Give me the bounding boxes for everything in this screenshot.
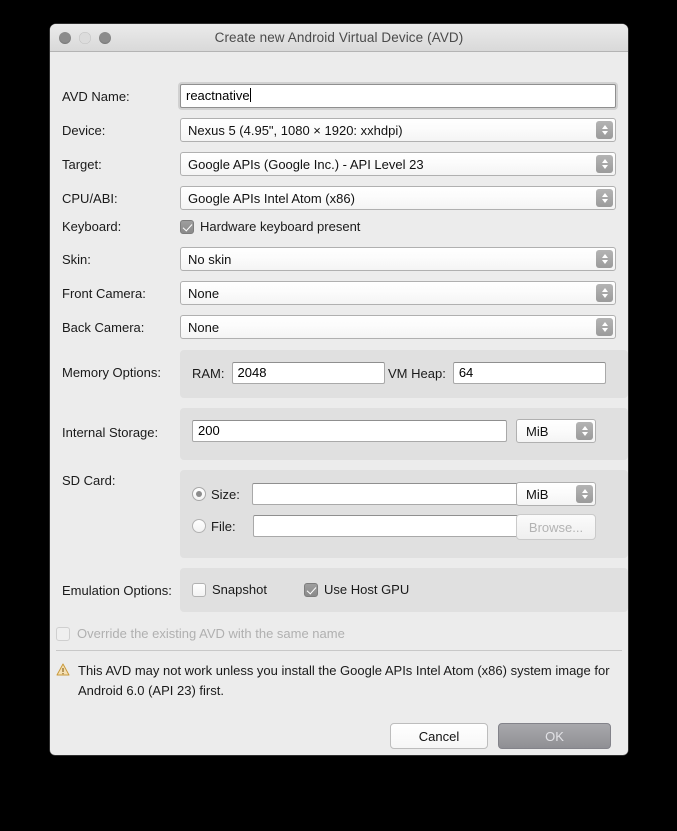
ok-button[interactable]: OK	[498, 723, 611, 749]
vm-heap-field-wrap: VM Heap: 64	[388, 362, 606, 384]
target-value: Google APIs (Google Inc.) - API Level 23	[181, 157, 424, 172]
sd-card-label: SD Card:	[62, 473, 180, 488]
warning-triangle-icon	[56, 663, 70, 676]
cpu-abi-label: CPU/ABI:	[62, 191, 180, 206]
skin-label: Skin:	[62, 252, 180, 267]
minimize-window-button[interactable]	[79, 32, 91, 44]
sd-card-size-unit-value: MiB	[517, 487, 548, 502]
chevron-updown-icon[interactable]	[576, 485, 593, 503]
snapshot-checkbox-label: Snapshot	[212, 582, 267, 597]
hardware-keyboard-checkbox-label: Hardware keyboard present	[200, 219, 360, 234]
sd-card-file-row[interactable]: File:	[192, 515, 520, 537]
avd-name-label: AVD Name:	[62, 89, 180, 104]
avd-dialog-window: Create new Android Virtual Device (AVD) …	[50, 24, 628, 755]
row-skin: Skin: No skin	[62, 247, 616, 271]
sd-card-size-input[interactable]	[252, 483, 519, 505]
front-camera-label: Front Camera:	[62, 286, 180, 301]
cpu-abi-value: Google APIs Intel Atom (x86)	[181, 191, 355, 206]
chevron-updown-icon[interactable]	[596, 318, 613, 336]
avd-name-value: reactnative	[186, 88, 250, 103]
row-device: Device: Nexus 5 (4.95", 1080 × 1920: xxh…	[62, 118, 616, 142]
chevron-updown-icon[interactable]	[596, 155, 613, 173]
chevron-updown-icon[interactable]	[576, 422, 593, 440]
vm-heap-label: VM Heap:	[388, 366, 446, 381]
back-camera-select[interactable]: None	[180, 315, 616, 339]
host-gpu-checkbox[interactable]	[304, 583, 318, 597]
back-camera-label: Back Camera:	[62, 320, 180, 335]
chevron-updown-icon[interactable]	[596, 189, 613, 207]
device-value: Nexus 5 (4.95", 1080 × 1920: xxhdpi)	[181, 123, 403, 138]
snapshot-checkbox-row[interactable]: Snapshot	[192, 582, 267, 597]
browse-button[interactable]: Browse...	[516, 514, 596, 540]
emulation-options-label: Emulation Options:	[62, 583, 180, 598]
row-avd-name: AVD Name: reactnative	[62, 84, 616, 108]
row-keyboard: Keyboard: Hardware keyboard present	[62, 219, 616, 234]
sd-card-file-label: File:	[211, 519, 236, 534]
ram-field-wrap: RAM: 2048	[192, 362, 385, 384]
warning-message: This AVD may not work unless you install…	[56, 661, 620, 701]
override-avd-label: Override the existing AVD with the same …	[77, 626, 345, 641]
override-avd-checkbox-row: Override the existing AVD with the same …	[56, 626, 345, 641]
target-label: Target:	[62, 157, 180, 172]
internal-storage-unit-select[interactable]: MiB	[516, 419, 596, 443]
skin-select[interactable]: No skin	[180, 247, 616, 271]
internal-storage-input[interactable]: 200	[192, 420, 507, 442]
vm-heap-input[interactable]: 64	[453, 362, 606, 384]
cpu-abi-select[interactable]: Google APIs Intel Atom (x86)	[180, 186, 616, 210]
front-camera-select[interactable]: None	[180, 281, 616, 305]
row-front-camera: Front Camera: None	[62, 281, 616, 305]
hardware-keyboard-checkbox-row[interactable]: Hardware keyboard present	[180, 219, 360, 234]
row-target: Target: Google APIs (Google Inc.) - API …	[62, 152, 616, 176]
dialog-content: AVD Name: reactnative Device: Nexus 5 (4…	[50, 52, 628, 755]
back-camera-value: None	[181, 320, 219, 335]
close-window-button[interactable]	[59, 32, 71, 44]
device-select[interactable]: Nexus 5 (4.95", 1080 × 1920: xxhdpi)	[180, 118, 616, 142]
chevron-updown-icon[interactable]	[596, 250, 613, 268]
maximize-window-button[interactable]	[99, 32, 111, 44]
window-title: Create new Android Virtual Device (AVD)	[215, 30, 464, 45]
device-label: Device:	[62, 123, 180, 138]
sd-card-size-unit-select[interactable]: MiB	[516, 482, 596, 506]
warning-text: This AVD may not work unless you install…	[78, 661, 620, 701]
skin-value: No skin	[181, 252, 231, 267]
chevron-updown-icon[interactable]	[596, 284, 613, 302]
host-gpu-checkbox-label: Use Host GPU	[324, 582, 409, 597]
override-avd-checkbox	[56, 627, 70, 641]
front-camera-value: None	[181, 286, 219, 301]
internal-storage-unit-value: MiB	[517, 424, 548, 439]
ram-input[interactable]: 2048	[232, 362, 385, 384]
chevron-updown-icon[interactable]	[596, 121, 613, 139]
internal-storage-label: Internal Storage:	[62, 425, 180, 440]
ram-label: RAM:	[192, 366, 225, 381]
sd-card-file-input[interactable]	[253, 515, 520, 537]
text-caret	[250, 88, 251, 102]
row-back-camera: Back Camera: None	[62, 315, 616, 339]
row-cpu-abi: CPU/ABI: Google APIs Intel Atom (x86)	[62, 186, 616, 210]
sd-card-size-radio[interactable]	[192, 487, 206, 501]
cancel-button[interactable]: Cancel	[390, 723, 488, 749]
host-gpu-checkbox-row[interactable]: Use Host GPU	[304, 582, 409, 597]
sd-card-file-radio[interactable]	[192, 519, 206, 533]
snapshot-checkbox[interactable]	[192, 583, 206, 597]
window-titlebar: Create new Android Virtual Device (AVD)	[50, 24, 628, 52]
divider-above-warning	[56, 650, 622, 651]
sd-card-size-row[interactable]: Size:	[192, 483, 519, 505]
keyboard-label: Keyboard:	[62, 219, 180, 234]
target-select[interactable]: Google APIs (Google Inc.) - API Level 23	[180, 152, 616, 176]
traffic-light-group	[59, 32, 111, 44]
sd-card-size-label: Size:	[211, 487, 240, 502]
hardware-keyboard-checkbox[interactable]	[180, 220, 194, 234]
memory-options-label: Memory Options:	[62, 365, 180, 380]
avd-name-input[interactable]: reactnative	[180, 84, 616, 108]
